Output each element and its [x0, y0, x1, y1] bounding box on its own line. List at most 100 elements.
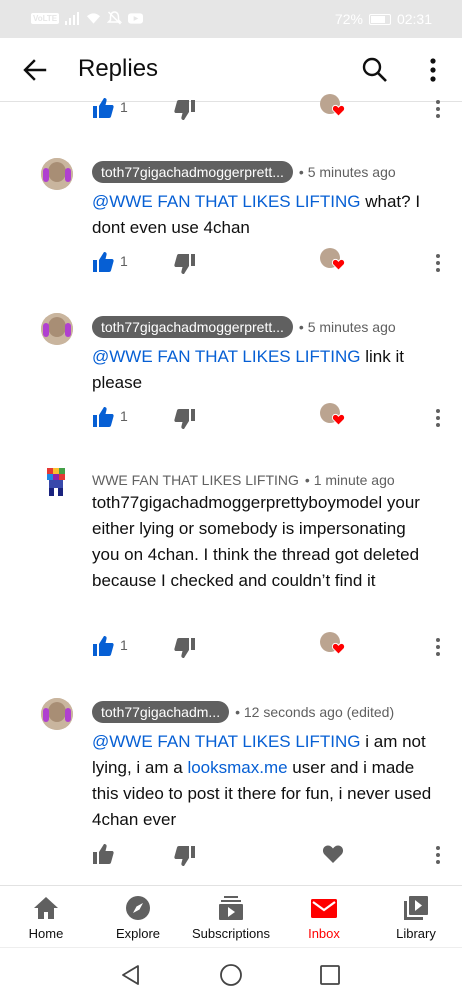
comment-action-row: 1 — [0, 94, 462, 124]
thumbs-up-icon[interactable] — [92, 843, 114, 865]
url-link[interactable]: looksmax.me — [187, 758, 287, 777]
system-home-icon[interactable] — [219, 963, 243, 987]
creator-heart[interactable] — [320, 94, 346, 120]
more-vert-icon[interactable] — [430, 251, 446, 275]
more-vert-icon[interactable] — [430, 97, 446, 121]
nav-inbox[interactable]: Inbox — [278, 886, 370, 948]
heart-icon — [332, 104, 345, 117]
back-arrow-icon[interactable] — [20, 55, 50, 85]
nav-subscriptions[interactable]: Subscriptions — [184, 886, 278, 948]
author-chip[interactable]: toth77gigachadmoggerprett... — [92, 161, 293, 183]
comment-action-row: 1 — [0, 403, 462, 433]
time-text: 5 minutes ago — [307, 319, 396, 335]
home-icon — [34, 897, 58, 919]
search-icon[interactable] — [360, 55, 390, 85]
comment-time: • 1 minute ago — [304, 472, 395, 488]
heart-icon[interactable] — [322, 843, 344, 865]
system-recents-icon[interactable] — [318, 963, 342, 987]
thumbs-down-icon[interactable] — [174, 408, 196, 430]
comment-meta: toth77gigachadmoggerprett... • 5 minutes… — [92, 316, 396, 338]
thumbs-up-filled-icon[interactable] — [92, 406, 114, 428]
youtube-notification-icon — [128, 13, 144, 24]
mention-link[interactable]: @WWE FAN THAT LIKES LIFTING — [92, 732, 361, 751]
thumbs-down-icon[interactable] — [174, 637, 196, 659]
nav-explore[interactable]: Explore — [92, 886, 184, 948]
comment-time: • 12 seconds ago (edited) — [235, 704, 395, 720]
user-avatar[interactable] — [41, 698, 73, 730]
user-avatar[interactable] — [41, 158, 73, 190]
more-vert-icon[interactable] — [430, 635, 446, 659]
avatar-image — [41, 698, 73, 730]
comment-text: @WWE FAN THAT LIKES LIFTING link it plea… — [92, 344, 442, 396]
author-chip[interactable]: toth77gigachadm... — [92, 701, 230, 723]
system-navigation-bar — [0, 947, 462, 1000]
more-vert-icon[interactable] — [430, 843, 446, 867]
battery-level — [370, 15, 386, 23]
explore-compass-icon — [126, 896, 150, 920]
time-text: 12 seconds ago (edited) — [243, 704, 395, 720]
mention-link[interactable]: @WWE FAN THAT LIKES LIFTING — [92, 192, 361, 211]
comment-time: • 5 minutes ago — [298, 164, 396, 180]
app-bar: Replies — [0, 38, 462, 102]
battery-icon — [368, 13, 391, 25]
heart-icon — [332, 413, 345, 426]
nav-label: Subscriptions — [191, 926, 271, 941]
volte-badge: VoLTE — [31, 12, 60, 24]
reply-comment: WWE FAN THAT LIKES LIFTING • 1 minute ag… — [0, 466, 462, 666]
like-count: 1 — [120, 99, 128, 115]
comment-body: toth77gigachadmoggerprettyboymodel your … — [92, 493, 420, 590]
comment-meta: toth77gigachadm... • 12 seconds ago (edi… — [92, 701, 394, 723]
comment-text: @WWE FAN THAT LIKES LIFTING what? I dont… — [92, 189, 442, 241]
status-left: VoLTE — [31, 11, 144, 25]
battery-percent: 72% — [334, 11, 363, 27]
thumbs-up-filled-icon[interactable] — [92, 251, 114, 273]
nav-label: Library — [396, 926, 436, 941]
reply-comment: toth77gigachadmoggerprett... • 5 minutes… — [0, 313, 462, 433]
time-text: 5 minutes ago — [307, 164, 396, 180]
avatar-image — [41, 313, 73, 345]
nav-label: Explore — [115, 926, 161, 941]
like-count: 1 — [120, 408, 128, 424]
heart-icon — [332, 642, 345, 655]
status-bar: VoLTE 72% 02:31 — [0, 0, 462, 38]
like-count: 1 — [120, 637, 128, 653]
mention-link[interactable]: @WWE FAN THAT LIKES LIFTING — [92, 347, 361, 366]
nav-label: Inbox — [308, 926, 340, 941]
creator-heart[interactable] — [320, 403, 346, 429]
bottom-navigation: Home Explore Subscriptions Inbox Library — [0, 885, 462, 947]
thumbs-down-icon[interactable] — [174, 253, 196, 275]
clock: 02:31 — [396, 11, 432, 27]
thumbs-up-filled-icon[interactable] — [92, 97, 114, 119]
more-vert-icon[interactable] — [420, 55, 446, 85]
user-avatar[interactable] — [41, 313, 73, 345]
creator-heart[interactable] — [320, 248, 346, 274]
comment-action-row — [0, 840, 462, 870]
comment-action-row: 1 — [0, 632, 462, 662]
page-title: Replies — [78, 55, 159, 82]
time-text: 1 minute ago — [313, 472, 395, 488]
thumbs-down-icon[interactable] — [174, 99, 196, 121]
creator-heart[interactable] — [320, 632, 346, 658]
avatar-image — [41, 158, 73, 190]
comment-time: • 5 minutes ago — [298, 319, 396, 335]
system-back-icon[interactable] — [119, 963, 143, 987]
more-vert-icon[interactable] — [430, 406, 446, 430]
author-name[interactable]: WWE FAN THAT LIKES LIFTING — [92, 472, 299, 488]
wifi-icon — [87, 13, 101, 24]
avatar-image — [47, 468, 65, 496]
comment-text: toth77gigachadmoggerprettyboymodel your … — [92, 490, 432, 594]
subscriptions-icon — [219, 896, 243, 920]
heart-icon — [332, 258, 345, 271]
comment-text: @WWE FAN THAT LIKES LIFTING i am not lyi… — [92, 729, 442, 833]
nav-home[interactable]: Home — [0, 886, 92, 948]
thumbs-down-icon[interactable] — [174, 845, 196, 867]
comment-meta: toth77gigachadmoggerprett... • 5 minutes… — [92, 161, 396, 183]
thumbs-up-filled-icon[interactable] — [92, 635, 114, 657]
author-chip[interactable]: toth77gigachadmoggerprett... — [92, 316, 293, 338]
user-avatar[interactable] — [41, 466, 73, 498]
status-right: 72% 02:31 — [335, 11, 432, 27]
reply-comment: toth77gigachadm... • 12 seconds ago (edi… — [0, 698, 462, 873]
nav-library[interactable]: Library — [370, 886, 462, 948]
mute-bell-icon — [107, 11, 123, 25]
library-icon — [404, 896, 428, 920]
